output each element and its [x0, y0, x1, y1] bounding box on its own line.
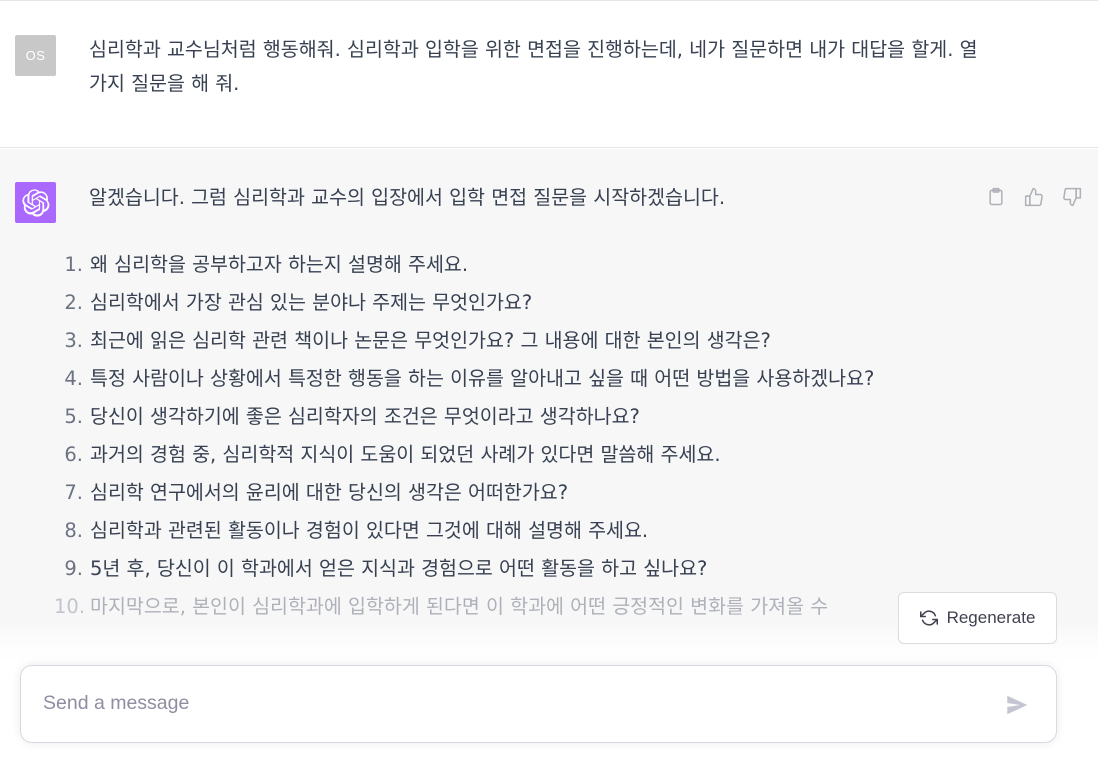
question-list: 1. 왜 심리학을 공부하고자 하는지 설명해 주세요. 2. 심리학에서 가장 관… [54, 246, 954, 626]
question-text: 5년 후, 당신이 이 학과에서 얻은 지식과 경험으로 어떤 활동을 하고 싶… [90, 557, 708, 580]
refresh-icon [919, 609, 938, 627]
list-number: 7. [64, 481, 83, 504]
list-item: 9. 5년 후, 당신이 이 학과에서 얻은 지식과 경험으로 어떤 활동을 하고… [54, 550, 954, 588]
regenerate-label: Regenerate [946, 608, 1036, 627]
question-text: 특정 사람이나 상황에서 특정한 행동을 하는 이유를 알아내고 싶을 때 어떤… [90, 367, 875, 390]
list-item: 4. 특정 사람이나 상황에서 특정한 행동을 하는 이유를 알아내고 싶을 때 … [54, 360, 954, 398]
list-number: 6. [64, 443, 83, 466]
question-text: 최근에 읽은 심리학 관련 책이나 논문은 무엇인가요? 그 내용에 대한 본인… [90, 329, 771, 352]
thumbs-down-icon[interactable] [1060, 185, 1084, 209]
list-item: 6. 과거의 경험 중, 심리학적 지식이 도움이 되었던 사례가 있다면 말씀해… [54, 436, 954, 474]
message-input[interactable]: Send a message [20, 665, 1057, 743]
list-item: 3. 최근에 읽은 심리학 관련 책이나 논문은 무엇인가요? 그 내용에 대한 … [54, 322, 954, 360]
question-text: 왜 심리학을 공부하고자 하는지 설명해 주세요. [90, 253, 469, 276]
question-text: 심리학 연구에서의 윤리에 대한 당신의 생각은 어떠한가요? [90, 481, 569, 504]
assistant-intro-text: 알겠습니다. 그럼 심리학과 교수의 입장에서 입학 면접 질문을 시작하겠습니… [89, 186, 726, 209]
chat-page: OS 심리학과 교수님처럼 행동해줘. 심리학과 입학을 위한 면접을 진행하는… [0, 0, 1098, 760]
list-number: 9. [64, 557, 83, 580]
clipboard-icon[interactable] [984, 185, 1008, 209]
openai-logo-icon [15, 182, 56, 223]
list-number: 3. [64, 329, 83, 352]
list-item: 8. 심리학과 관련된 활동이나 경험이 있다면 그것에 대해 설명해 주세요. [54, 512, 954, 550]
regenerate-button[interactable]: Regenerate [898, 592, 1057, 644]
list-number: 1. [64, 253, 83, 276]
list-number: 8. [64, 519, 83, 542]
list-item: 7. 심리학 연구에서의 윤리에 대한 당신의 생각은 어떠한가요? [54, 474, 954, 512]
list-item: 1. 왜 심리학을 공부하고자 하는지 설명해 주세요. [54, 246, 954, 284]
send-icon[interactable] [1004, 692, 1030, 718]
list-item: 5. 당신이 생각하기에 좋은 심리학자의 조건은 무엇이라고 생각하나요? [54, 398, 954, 436]
question-text: 심리학과 관련된 활동이나 경험이 있다면 그것에 대해 설명해 주세요. [90, 519, 649, 542]
question-text: 과거의 경험 중, 심리학적 지식이 도움이 되었던 사례가 있다면 말씀해 주… [90, 443, 721, 466]
user-message: OS 심리학과 교수님처럼 행동해줘. 심리학과 입학을 위한 면접을 진행하는… [0, 1, 1098, 148]
list-number: 4. [64, 367, 83, 390]
list-number: 5. [64, 405, 83, 428]
message-actions [984, 185, 1084, 209]
message-input-placeholder: Send a message [43, 692, 190, 714]
user-message-text: 심리학과 교수님처럼 행동해줘. 심리학과 입학을 위한 면접을 진행하는데, … [89, 38, 978, 95]
question-text: 당신이 생각하기에 좋은 심리학자의 조건은 무엇이라고 생각하나요? [90, 405, 640, 428]
list-item: 2. 심리학에서 가장 관심 있는 분야나 주제는 무엇인가요? [54, 284, 954, 322]
list-number: 2. [64, 291, 83, 314]
thumbs-up-icon[interactable] [1022, 185, 1046, 209]
user-avatar: OS [15, 35, 56, 76]
question-text: 심리학에서 가장 관심 있는 분야나 주제는 무엇인가요? [90, 291, 533, 314]
